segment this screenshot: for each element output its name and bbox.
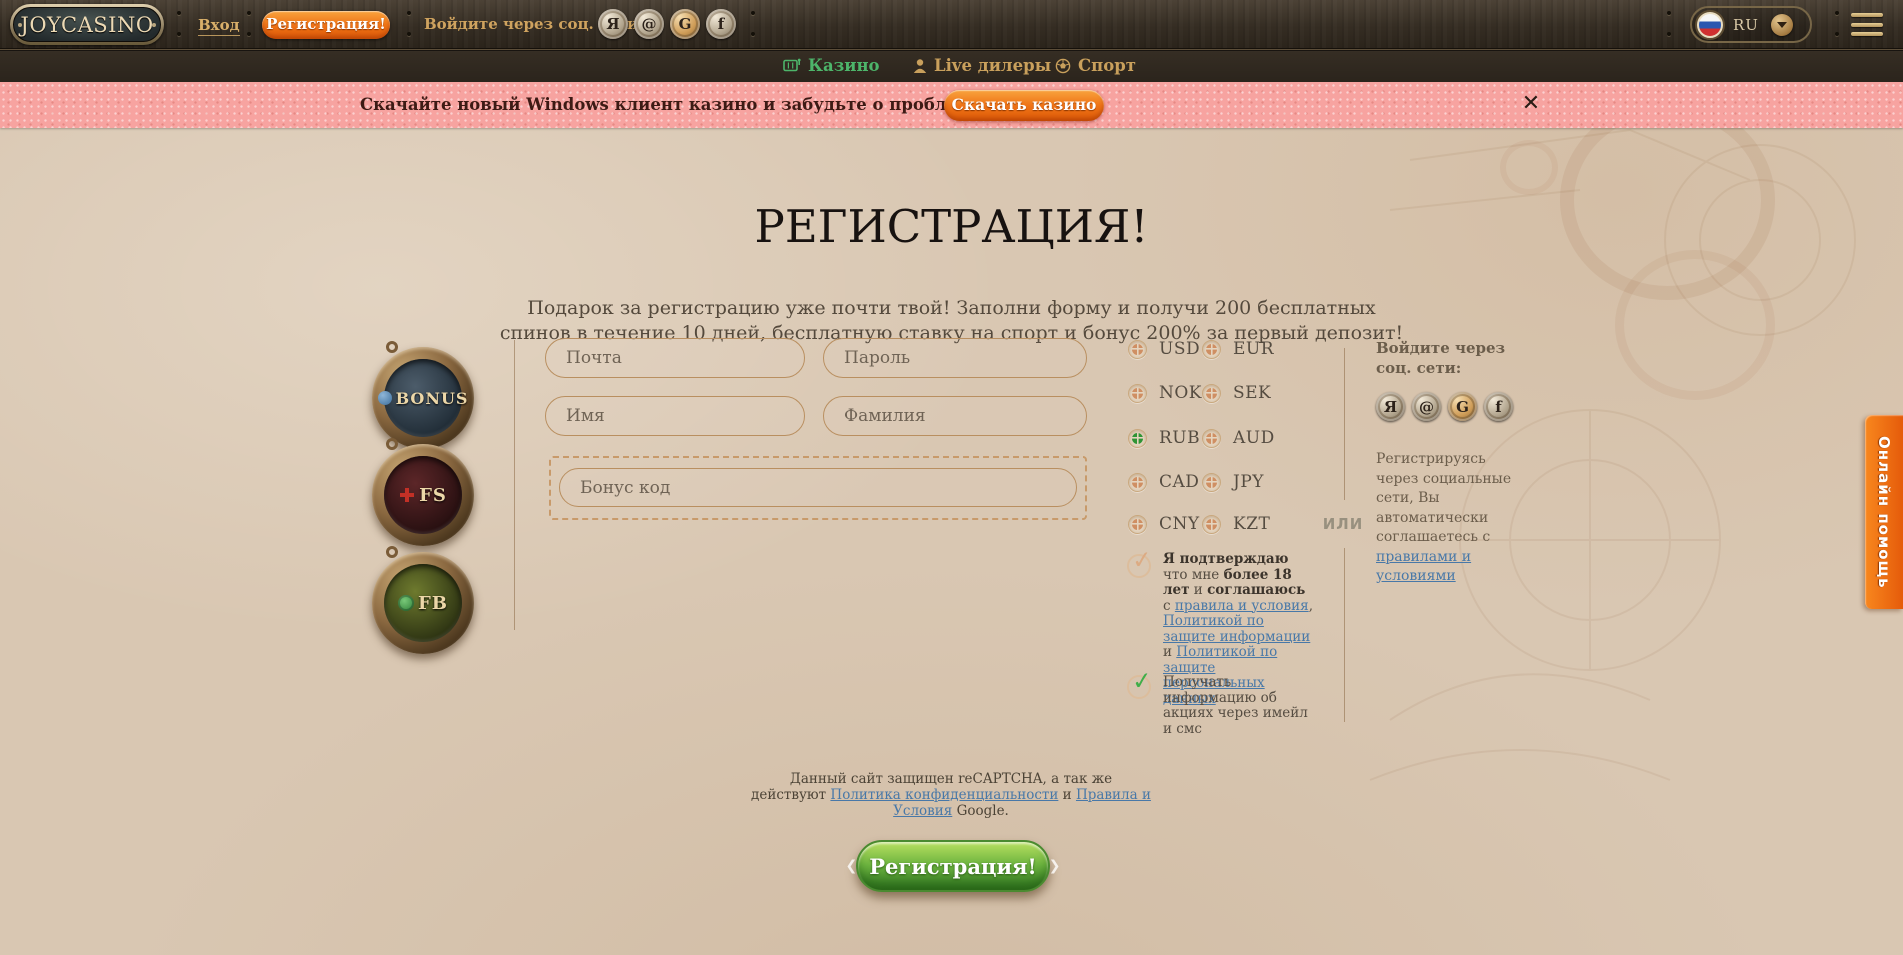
currency-radio-cny[interactable]: CNY [1128, 514, 1200, 534]
check-icon: ✓ [1131, 545, 1154, 575]
bonus-coin-icon [378, 391, 392, 405]
freebet-badge: FB [372, 552, 474, 654]
privacy-policy-link[interactable]: Политика конфиденциальности [830, 787, 1058, 803]
side-social-icons: Я @ G f [1376, 392, 1513, 421]
tab-casino-label: Казино [808, 56, 880, 75]
tab-sport[interactable]: Спорт [1055, 56, 1136, 75]
radio-circle [1202, 340, 1221, 359]
currency-radio-nok[interactable]: NOK [1128, 383, 1202, 403]
logo-text: JOYCASINO [13, 7, 161, 42]
left-ornament-icon: ❮ [846, 858, 858, 874]
currency-radio-cad[interactable]: CAD [1128, 472, 1199, 492]
tab-sport-label: Спорт [1078, 56, 1136, 75]
currency-radio-aud[interactable]: AUD [1202, 428, 1275, 448]
currency-radio-rub[interactable]: RUB [1128, 428, 1200, 448]
tab-live-dealers-label: Live дилеры [934, 56, 1051, 75]
mailru-icon[interactable]: @ [1412, 392, 1441, 421]
radio-circle [1128, 340, 1147, 359]
radio-circle [1202, 515, 1221, 534]
firstname-field[interactable] [545, 396, 805, 436]
login-link[interactable]: Вход [198, 16, 240, 36]
recaptcha-note: Данный сайт защищен reCAPTCHA, а так же … [751, 771, 1151, 819]
currency-radio-jpy[interactable]: JPY [1202, 472, 1264, 492]
register-header-button[interactable]: Регистрация! [262, 11, 390, 39]
hamburger-menu-icon[interactable] [1851, 13, 1883, 36]
bonus-code-field[interactable] [559, 468, 1077, 507]
facebook-icon[interactable]: f [706, 9, 736, 39]
google-icon[interactable]: G [1448, 392, 1477, 421]
google-icon[interactable]: G [670, 9, 700, 39]
online-help-label: Онлайн помощь [1875, 436, 1893, 589]
language-code: RU [1733, 16, 1759, 34]
terms-link[interactable]: правила и условия [1175, 598, 1309, 614]
right-ornament-icon: ❯ [1049, 858, 1061, 874]
red-cross-icon [399, 487, 415, 503]
side-terms-link[interactable]: правилами и условиями [1376, 549, 1471, 585]
submit-registration-button[interactable]: ❮ Регистрация! ❯ [856, 840, 1050, 892]
currency-radio-sek[interactable]: SEK [1202, 383, 1271, 403]
slot-machine-icon [783, 58, 801, 73]
currency-radio-usd[interactable]: USD [1128, 339, 1200, 359]
freebet-badge-label: FB [418, 593, 448, 614]
download-casino-button[interactable]: Скачать казино [944, 90, 1104, 121]
facebook-icon[interactable]: f [1484, 392, 1513, 421]
mailru-icon[interactable]: @ [634, 9, 664, 39]
bonus-badge: BONUS [372, 347, 474, 449]
page-title: РЕГИСТРАЦИЯ! [0, 200, 1903, 253]
email-field[interactable] [545, 338, 805, 378]
subtitle-line-1: Подарок за регистрацию уже почти твой! З… [0, 296, 1903, 321]
top-header-bar: JOYCASINO Вход Регистрация! Войдите чере… [0, 0, 1903, 49]
online-help-tab[interactable]: Онлайн помощь [1865, 415, 1903, 609]
dealer-person-icon [913, 58, 927, 74]
side-social-heading: Войдите через соц. сети: [1376, 338, 1508, 378]
side-social-note: Регистрируясь через социальные сети, Вы … [1376, 450, 1528, 587]
green-ball-icon [398, 595, 414, 611]
badge-hook-icon [386, 438, 398, 450]
currency-radio-kzt[interactable]: KZT [1202, 514, 1270, 534]
bonus-badge-label: BONUS [396, 389, 469, 408]
radio-circle [1128, 515, 1147, 534]
radio-circle [1202, 473, 1221, 492]
language-selector[interactable]: RU [1690, 6, 1812, 43]
currency-radio-eur[interactable]: EUR [1202, 339, 1274, 359]
joycasino-registration-page: JOYCASINO Вход Регистрация! Войдите чере… [0, 0, 1903, 955]
tab-live-dealers[interactable]: Live дилеры [913, 56, 1051, 75]
submit-label: Регистрация! [869, 854, 1037, 879]
main-nav-bar: Казино Live дилеры Спорт [0, 49, 1903, 82]
download-client-banner: Скачайте новый Windows клиент казино и з… [0, 82, 1903, 128]
joycasino-logo[interactable]: JOYCASINO [10, 4, 164, 45]
tab-casino[interactable]: Казино [783, 56, 880, 75]
info-protection-policy-link[interactable]: Политикой по защите информации [1163, 613, 1310, 645]
promo-optin-text: Получать информацию об акциях через имей… [1163, 675, 1315, 737]
banner-close-icon[interactable]: ✕ [1518, 91, 1544, 117]
radio-circle [1202, 429, 1221, 448]
badge-hook-icon [386, 341, 398, 353]
freespins-badge-label: FS [419, 485, 447, 506]
promo-optin-checkbox[interactable]: ✓ [1127, 675, 1151, 699]
radio-circle [1128, 473, 1147, 492]
header-social-icons: Я @ G f [598, 9, 736, 39]
soccer-ball-icon [1055, 58, 1071, 74]
badge-hook-icon [386, 546, 398, 558]
language-dropdown-arrow-icon[interactable] [1771, 14, 1793, 36]
or-label: ИЛИ [1310, 515, 1376, 533]
lastname-field[interactable] [823, 396, 1087, 436]
form-left-divider [514, 340, 515, 630]
freespins-badge: FS [372, 444, 474, 546]
russian-flag-icon [1697, 12, 1723, 38]
radio-circle-selected [1128, 429, 1147, 448]
or-divider-top [1344, 348, 1345, 500]
yandex-icon[interactable]: Я [598, 9, 628, 39]
yandex-icon[interactable]: Я [1376, 392, 1405, 421]
password-field[interactable] [823, 338, 1087, 378]
check-icon: ✓ [1131, 666, 1154, 696]
radio-circle [1128, 384, 1147, 403]
radio-circle [1202, 384, 1221, 403]
age-confirm-checkbox[interactable]: ✓ [1127, 554, 1151, 578]
or-divider-bottom [1344, 548, 1345, 722]
